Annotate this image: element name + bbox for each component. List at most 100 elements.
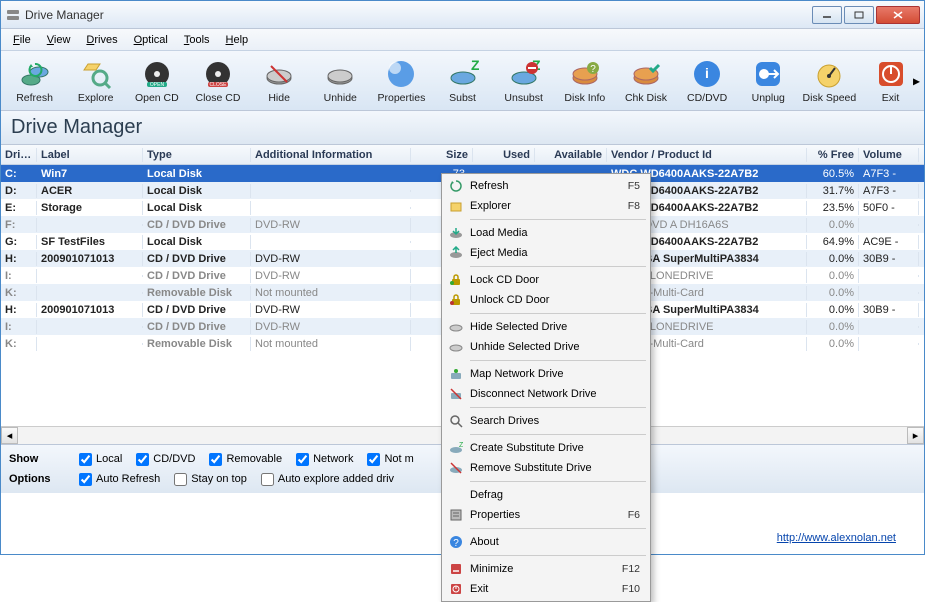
diskinfo-icon: ? bbox=[569, 58, 601, 90]
context-menu-refresh[interactable]: RefreshF5 bbox=[444, 176, 648, 196]
toolbar-hide-button[interactable]: Hide bbox=[252, 58, 307, 104]
toolbar-overflow[interactable]: ▸ bbox=[913, 72, 920, 89]
svg-text:CLOSE: CLOSE bbox=[210, 82, 228, 88]
exit-icon bbox=[448, 581, 464, 597]
grid-header[interactable]: DriveLabelTypeAdditional InformationSize… bbox=[1, 145, 924, 165]
context-menu-lock-cd-door[interactable]: Lock CD Door bbox=[444, 270, 648, 290]
context-menu-properties[interactable]: PropertiesF6 bbox=[444, 505, 648, 525]
scroll-right-button[interactable]: ▸ bbox=[907, 427, 924, 444]
column-header[interactable]: % Free bbox=[807, 148, 859, 162]
subst-icon: Z: bbox=[447, 58, 479, 90]
menu-optical[interactable]: Optical bbox=[126, 32, 176, 48]
menu-drives[interactable]: Drives bbox=[78, 32, 125, 48]
titlebar[interactable]: Drive Manager bbox=[1, 1, 924, 29]
cddvd-icon: i bbox=[691, 58, 723, 90]
toolbar-unsubst-button[interactable]: Z:Unsubst bbox=[496, 58, 551, 104]
scroll-left-button[interactable]: ◂ bbox=[1, 427, 18, 444]
eject-icon bbox=[448, 245, 464, 261]
close-button[interactable] bbox=[876, 6, 920, 24]
toolbar-properties-button[interactable]: Properties bbox=[374, 58, 429, 104]
context-menu-defrag[interactable]: Defrag bbox=[444, 485, 648, 505]
disconnect-icon bbox=[448, 386, 464, 402]
column-header[interactable]: Type bbox=[143, 148, 251, 162]
context-menu-separator bbox=[470, 528, 646, 529]
minimize-button[interactable] bbox=[812, 6, 842, 24]
toolbar-chkdisk-button[interactable]: Chk Disk bbox=[618, 58, 673, 104]
show-local-checkbox[interactable]: Local bbox=[79, 453, 122, 466]
context-menu-remove-substitute-drive[interactable]: Remove Substitute Drive bbox=[444, 458, 648, 478]
window-title: Drive Manager bbox=[25, 8, 810, 22]
context-menu-separator bbox=[470, 481, 646, 482]
page-heading: Drive Manager bbox=[1, 111, 924, 145]
context-menu-exit[interactable]: ExitF10 bbox=[444, 579, 648, 599]
unplug-icon bbox=[752, 58, 784, 90]
context-menu-load-media[interactable]: Load Media bbox=[444, 223, 648, 243]
minimize-icon bbox=[448, 561, 464, 577]
toolbar-explore-button[interactable]: Explore bbox=[68, 58, 123, 104]
svg-text:?: ? bbox=[453, 538, 459, 549]
hide-icon bbox=[448, 319, 464, 335]
toolbar-exit-button[interactable]: Exit bbox=[863, 58, 918, 104]
column-header[interactable]: Size bbox=[411, 148, 473, 162]
toolbar-closecd-button[interactable]: CLOSEClose CD bbox=[190, 58, 245, 104]
explore-icon bbox=[80, 58, 112, 90]
context-menu-explorer[interactable]: ExplorerF8 bbox=[444, 196, 648, 216]
menu-file[interactable]: File bbox=[5, 32, 39, 48]
context-menu: RefreshF5ExplorerF8 Load MediaEject Media… bbox=[441, 173, 651, 602]
refresh-icon bbox=[19, 58, 51, 90]
context-menu-disconnect-network-drive[interactable]: Disconnect Network Drive bbox=[444, 384, 648, 404]
menubar: FileViewDrivesOpticalToolsHelp bbox=[1, 29, 924, 51]
context-menu-minimize[interactable]: MinimizeF12 bbox=[444, 559, 648, 579]
context-menu-unlock-cd-door[interactable]: Unlock CD Door bbox=[444, 290, 648, 310]
show-cddvd-checkbox[interactable]: CD/DVD bbox=[136, 453, 195, 466]
stay-on-top-checkbox[interactable]: Stay on top bbox=[174, 473, 247, 486]
column-header[interactable]: Additional Information bbox=[251, 148, 411, 162]
website-link[interactable]: http://www.alexnolan.net bbox=[777, 532, 896, 544]
app-icon bbox=[5, 7, 21, 23]
toolbar-opencd-button[interactable]: OPENOpen CD bbox=[129, 58, 184, 104]
app-window: Drive Manager FileViewDrivesOpticalTools… bbox=[0, 0, 925, 555]
options-label: Options bbox=[9, 473, 65, 485]
maximize-button[interactable] bbox=[844, 6, 874, 24]
toolbar-unplug-button[interactable]: Unplug bbox=[741, 58, 796, 104]
column-header[interactable]: Drive bbox=[1, 148, 37, 162]
column-header[interactable]: Available bbox=[535, 148, 607, 162]
column-header[interactable]: Vendor / Product Id bbox=[607, 148, 807, 162]
show-notmounted-checkbox[interactable]: Not m bbox=[367, 453, 413, 466]
toolbar-cddvd-button[interactable]: iCD/DVD bbox=[680, 58, 735, 104]
auto-refresh-checkbox[interactable]: Auto Refresh bbox=[79, 473, 160, 486]
toolbar-unhide-button[interactable]: Unhide bbox=[313, 58, 368, 104]
unhide-icon bbox=[324, 58, 356, 90]
menu-tools[interactable]: Tools bbox=[176, 32, 218, 48]
show-removable-checkbox[interactable]: Removable bbox=[209, 453, 282, 466]
unsubst-icon: Z: bbox=[508, 58, 540, 90]
context-menu-about[interactable]: ?About bbox=[444, 532, 648, 552]
menu-view[interactable]: View bbox=[39, 32, 79, 48]
context-menu-map-network-drive[interactable]: Map Network Drive bbox=[444, 364, 648, 384]
context-menu-separator bbox=[470, 407, 646, 408]
show-network-checkbox[interactable]: Network bbox=[296, 453, 353, 466]
menu-help[interactable]: Help bbox=[218, 32, 257, 48]
props-icon bbox=[448, 507, 464, 523]
unsubst-icon bbox=[448, 460, 464, 476]
toolbar-diskinfo-button[interactable]: ?Disk Info bbox=[557, 58, 612, 104]
column-header[interactable]: Volume bbox=[859, 148, 919, 162]
toolbar-diskspeed-button[interactable]: Disk Speed bbox=[802, 58, 857, 104]
context-menu-eject-media[interactable]: Eject Media bbox=[444, 243, 648, 263]
auto-explore-checkbox[interactable]: Auto explore added driv bbox=[261, 473, 394, 486]
diskspeed-icon bbox=[813, 58, 845, 90]
context-menu-separator bbox=[470, 360, 646, 361]
column-header[interactable]: Used bbox=[473, 148, 535, 162]
load-icon bbox=[448, 225, 464, 241]
context-menu-hide-selected-drive[interactable]: Hide Selected Drive bbox=[444, 317, 648, 337]
svg-text:Z:: Z: bbox=[471, 58, 479, 73]
toolbar-refresh-button[interactable]: Refresh bbox=[7, 58, 62, 104]
explorer-icon bbox=[448, 198, 464, 214]
toolbar-subst-button[interactable]: Z:Subst bbox=[435, 58, 490, 104]
context-menu-search-drives[interactable]: Search Drives bbox=[444, 411, 648, 431]
context-menu-unhide-selected-drive[interactable]: Unhide Selected Drive bbox=[444, 337, 648, 357]
context-menu-separator bbox=[470, 313, 646, 314]
svg-text:Z: Z bbox=[459, 442, 463, 449]
context-menu-create-substitute-drive[interactable]: ZCreate Substitute Drive bbox=[444, 438, 648, 458]
column-header[interactable]: Label bbox=[37, 148, 143, 162]
